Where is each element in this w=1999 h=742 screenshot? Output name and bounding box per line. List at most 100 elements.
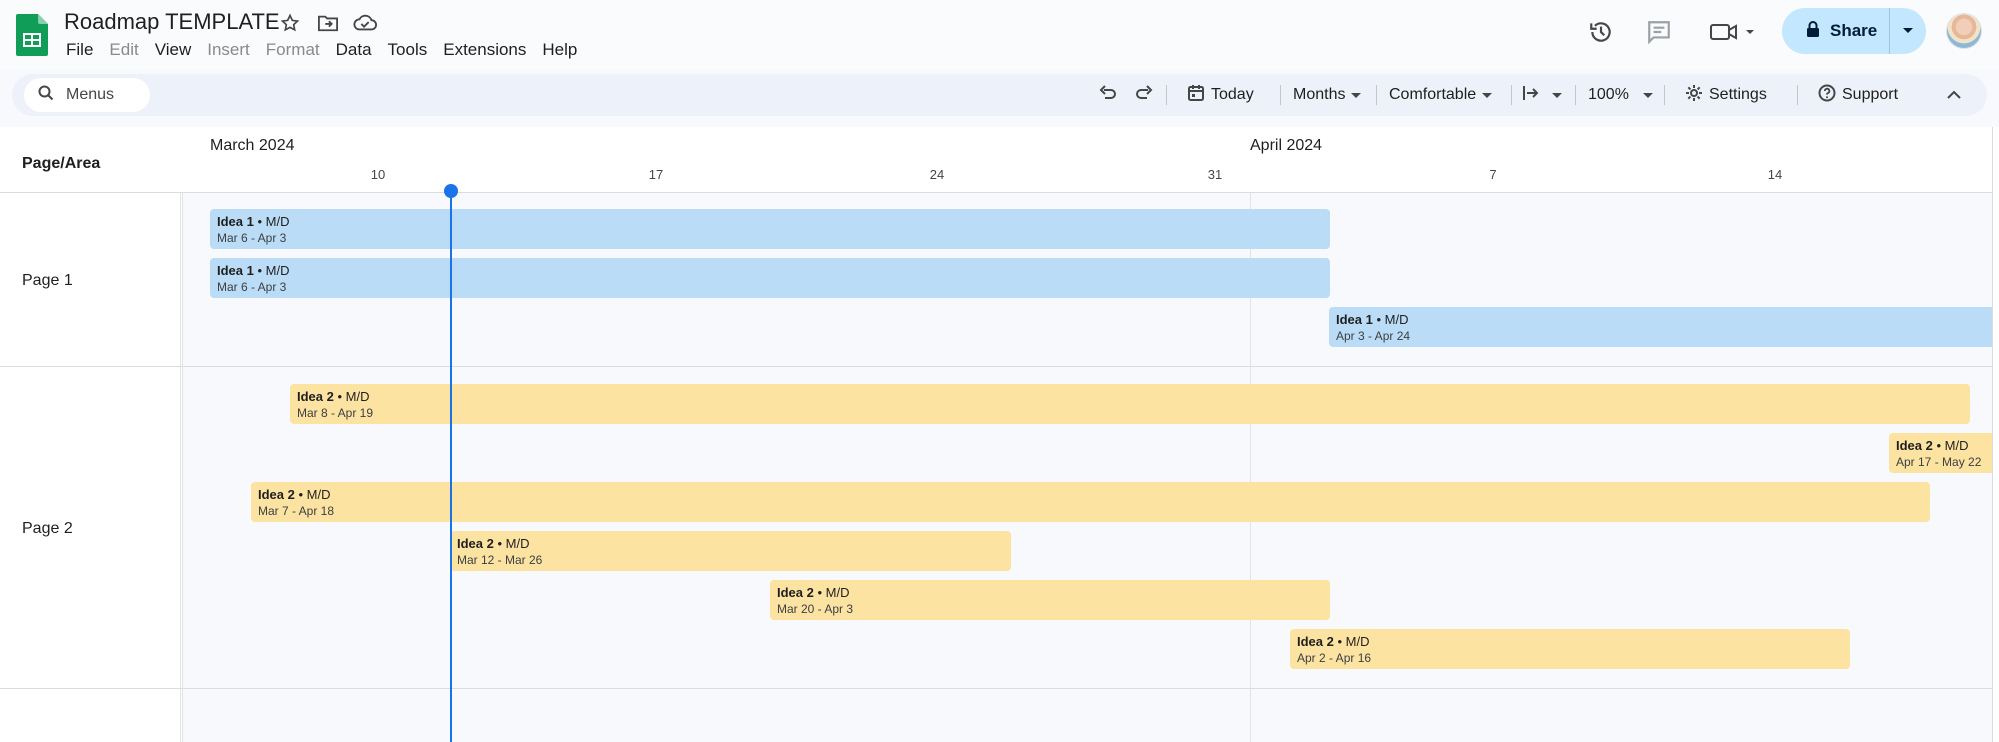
timeline-item[interactable]: Idea 2 • M/D Mar 8 - Apr 19	[290, 384, 1970, 424]
redo-button[interactable]	[1135, 74, 1153, 116]
group-label-page-2[interactable]: Page 2	[22, 520, 73, 538]
density-value: Comfortable	[1389, 86, 1477, 103]
menu-insert[interactable]: Insert	[199, 38, 258, 62]
group-by-dropdown[interactable]	[1522, 74, 1562, 116]
support-button[interactable]: Support	[1818, 74, 1898, 116]
chevron-up-icon	[1947, 86, 1961, 104]
menu-view[interactable]: View	[147, 38, 200, 62]
chevron-down-icon	[1482, 86, 1493, 104]
week-label: 10	[370, 167, 386, 182]
help-circle-icon	[1818, 84, 1836, 107]
timeline-item[interactable]: Idea 2 • M/D Mar 20 - Apr 3	[770, 580, 1330, 620]
search-icon	[38, 85, 54, 106]
share-label: Share	[1830, 21, 1878, 40]
toolbar-divider	[1376, 85, 1377, 105]
account-avatar[interactable]	[1946, 13, 1982, 49]
settings-button[interactable]: Settings	[1685, 74, 1767, 116]
meet-call-icon[interactable]	[1705, 12, 1761, 52]
toolbar-divider	[1511, 85, 1512, 105]
density-dropdown[interactable]: Comfortable	[1389, 74, 1493, 116]
item-dates: Mar 8 - Apr 19	[297, 406, 374, 420]
document-title[interactable]: Roadmap TEMPLATE	[64, 9, 280, 35]
toolbar-divider	[1797, 85, 1798, 105]
item-title: Idea 2 • M/D	[297, 389, 370, 404]
gear-icon	[1685, 84, 1703, 107]
timeline-item[interactable]: Idea 2 • M/D Apr 2 - Apr 16	[1290, 629, 1850, 669]
timescale-dropdown[interactable]: Months	[1293, 74, 1362, 116]
today-marker-dot	[444, 184, 458, 198]
today-label: Today	[1211, 86, 1254, 103]
timeline-item[interactable]: Idea 1 • M/D Mar 6 - Apr 3	[210, 258, 1330, 298]
item-dates: Apr 17 - May 22	[1896, 455, 1982, 469]
timeline-item[interactable]: Idea 2 • M/D Mar 12 - Mar 26	[450, 531, 1011, 571]
comments-icon[interactable]	[1639, 12, 1679, 52]
scrollbar-track[interactable]	[1992, 127, 1999, 742]
support-label: Support	[1842, 86, 1899, 103]
share-options-caret-icon[interactable]	[1890, 8, 1926, 54]
move-folder-icon[interactable]	[315, 10, 341, 36]
toolbar-divider	[1280, 85, 1281, 105]
toolbar-divider	[1166, 85, 1167, 105]
share-main-button[interactable]: Share	[1782, 8, 1890, 54]
item-title: Idea 2 • M/D	[457, 536, 530, 551]
share-button[interactable]: Share	[1782, 8, 1926, 54]
zoom-dropdown[interactable]: 100%	[1588, 74, 1653, 116]
item-dates: Mar 20 - Apr 3	[777, 602, 854, 616]
redo-icon	[1135, 84, 1153, 106]
collapse-toolbar-button[interactable]	[1947, 74, 1961, 116]
timeline-item[interactable]: Idea 2 • M/D Apr 17 - May 22	[1889, 433, 1992, 473]
group-separator	[0, 688, 1992, 689]
month-label: April 2024	[1250, 137, 1323, 154]
menu-file[interactable]: File	[58, 38, 101, 62]
zoom-value: 100%	[1588, 86, 1629, 103]
week-label: 31	[1207, 167, 1223, 182]
item-dates: Mar 7 - Apr 18	[258, 504, 335, 518]
group-by-icon	[1522, 85, 1540, 106]
menu-help[interactable]: Help	[534, 38, 585, 62]
toolbar: Menus Today Months Comfortable 100% Sett…	[12, 74, 1987, 116]
menu-tools[interactable]: Tools	[380, 38, 436, 62]
today-button[interactable]: Today	[1187, 74, 1254, 116]
chevron-down-icon	[1552, 86, 1562, 104]
menu-extensions[interactable]: Extensions	[435, 38, 534, 62]
item-title: Idea 2 • M/D	[1896, 438, 1969, 453]
menu-data[interactable]: Data	[328, 38, 380, 62]
item-title: Idea 1 • M/D	[217, 263, 290, 278]
version-history-icon[interactable]	[1581, 12, 1621, 52]
star-icon[interactable]	[277, 10, 303, 36]
timeline-item[interactable]: Idea 1 • M/D Apr 3 - Apr 24	[1329, 307, 1992, 347]
calendar-icon	[1187, 84, 1205, 107]
title-bar: Roadmap TEMPLATE File Edit View Insert F…	[0, 0, 1999, 70]
week-label: 7	[1489, 167, 1497, 182]
item-title: Idea 2 • M/D	[777, 585, 850, 600]
search-menus-input[interactable]: Menus	[24, 78, 150, 112]
group-separator	[0, 366, 1992, 367]
group-label-page-1[interactable]: Page 1	[22, 272, 73, 290]
group-column	[0, 127, 181, 742]
item-dates: Mar 6 - Apr 3	[217, 231, 287, 245]
settings-label: Settings	[1709, 86, 1767, 103]
item-title: Idea 1 • M/D	[217, 214, 290, 229]
week-label: 24	[929, 167, 945, 182]
cloud-saved-icon[interactable]	[352, 10, 378, 36]
today-marker-line	[450, 193, 452, 742]
menu-edit[interactable]: Edit	[101, 38, 146, 62]
group-column-header[interactable]: Page/Area	[22, 155, 100, 173]
gridline	[182, 193, 183, 742]
search-placeholder: Menus	[66, 86, 115, 103]
week-label: 14	[1767, 167, 1783, 182]
item-dates: Mar 6 - Apr 3	[217, 280, 287, 294]
timeline-item[interactable]: Idea 2 • M/D Mar 7 - Apr 18	[251, 482, 1930, 522]
menu-bar: File Edit View Insert Format Data Tools …	[58, 38, 585, 62]
menu-format[interactable]: Format	[258, 38, 328, 62]
toolbar-divider	[1575, 85, 1576, 105]
item-dates: Apr 3 - Apr 24	[1336, 329, 1411, 343]
undo-button[interactable]	[1099, 74, 1117, 116]
sheets-logo-icon[interactable]	[16, 14, 48, 56]
item-title: Idea 1 • M/D	[1336, 312, 1409, 327]
timescale-value: Months	[1293, 86, 1346, 103]
item-title: Idea 2 • M/D	[1297, 634, 1370, 649]
timeline-item[interactable]: Idea 1 • M/D Mar 6 - Apr 3	[210, 209, 1330, 249]
timeline-view: Page/Area March 2024 April 2024 10 17 24…	[0, 127, 1999, 742]
chevron-down-icon	[1642, 86, 1653, 104]
